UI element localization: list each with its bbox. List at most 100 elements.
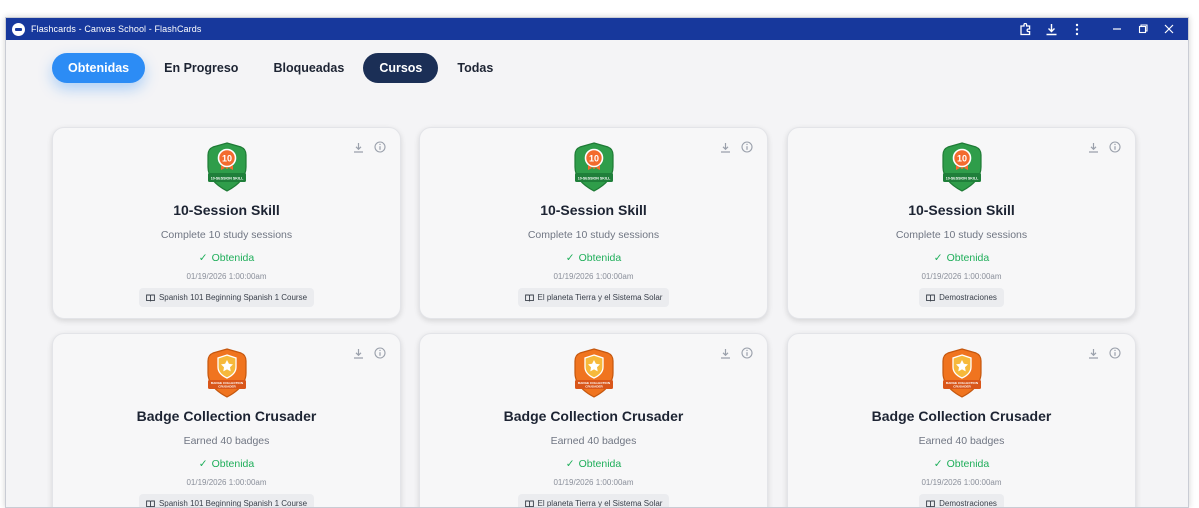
card-actions [343,346,387,360]
badge-card[interactable]: BADGE COLLECTION CRUSADER Badge Collecti… [419,333,768,508]
info-icon[interactable] [373,140,387,154]
earned-date: 01/19/2026 1:00:00am [921,478,1002,487]
download-icon[interactable] [1038,18,1064,40]
course-chip: El planeta Tierra y el Sistema Solar [517,288,670,307]
card-description: Earned 40 badges [550,435,637,447]
filter-tabs: Obtenidas En Progreso Bloqueadas Cursos Toda… [52,53,512,83]
badge-card[interactable]: 10 10-SESSION SKILL 10-Session Skill Com… [52,127,401,319]
status-badge: ✓ Obtenida [53,252,400,264]
svg-text:10-SESSION SKILL: 10-SESSION SKILL [577,176,610,180]
course-chip: Demostraciones [919,288,1004,307]
book-icon [146,294,155,302]
tab-obtenidas[interactable]: Obtenidas [52,53,146,83]
check-icon: ✓ [933,252,943,264]
course-chip: Demostraciones [919,494,1004,508]
card-description: Complete 10 study sessions [160,229,293,241]
main-content: Obtenidas En Progreso Bloqueadas Cursos Toda… [6,40,1188,508]
svg-text:CRUSADER: CRUSADER [218,385,236,389]
app-window: Flashcards - Canvas School - FlashCards … [5,17,1189,508]
svg-text:CRUSADER: CRUSADER [953,385,971,389]
card-title: 10-Session Skill [908,202,1015,218]
download-icon[interactable] [718,140,732,154]
app-logo-icon [12,22,25,36]
book-icon [146,500,155,508]
status-badge: ✓ Obtenida [788,252,1135,264]
download-icon[interactable] [1086,140,1100,154]
status-label: Obtenida [211,458,255,470]
title-bar: Flashcards - Canvas School - FlashCards [6,18,1188,40]
book-icon [524,500,534,508]
svg-text:10: 10 [588,154,598,164]
info-icon[interactable] [1108,346,1122,360]
check-icon: ✓ [565,458,575,470]
minimize-icon[interactable] [1104,18,1130,40]
badge-card[interactable]: 10 10-SESSION SKILL 10-Session Skill Com… [787,127,1136,319]
download-icon[interactable] [351,140,365,154]
card-actions [1078,346,1122,360]
book-icon [926,500,935,508]
status-label: Obtenida [578,458,622,470]
book-icon [524,294,534,302]
badge-card[interactable]: BADGE COLLECTION CRUSADER Badge Collecti… [52,333,401,508]
status-label: Obtenida [211,252,255,264]
card-actions [343,140,387,154]
collection-crusader-badge-icon: BADGE COLLECTION CRUSADER [572,347,616,399]
svg-text:10: 10 [221,154,231,164]
collection-crusader-badge-icon: BADGE COLLECTION CRUSADER [205,347,249,399]
info-icon[interactable] [740,140,754,154]
card-title: Badge Collection Crusader [136,408,317,424]
card-description: Earned 40 badges [918,435,1005,447]
status-badge: ✓ Obtenida [788,458,1135,470]
download-icon[interactable] [351,346,365,360]
card-description: Earned 40 badges [183,435,270,447]
status-label: Obtenida [946,252,990,264]
status-label: Obtenida [946,458,990,470]
card-description: Complete 10 study sessions [527,229,660,241]
status-badge: ✓ Obtenida [53,458,400,470]
course-name: Demostraciones [939,293,997,302]
download-icon[interactable] [1086,346,1100,360]
book-icon [926,294,935,302]
download-icon[interactable] [718,346,732,360]
svg-text:10: 10 [956,154,966,164]
svg-text:CRUSADER: CRUSADER [585,385,603,389]
check-icon: ✓ [565,252,575,264]
badge-card[interactable]: BADGE COLLECTION CRUSADER Badge Collecti… [787,333,1136,508]
extension-icon[interactable] [1012,18,1038,40]
check-icon: ✓ [933,458,943,470]
card-title: 10-Session Skill [540,202,647,218]
course-chip: Spanish 101 Beginning Spanish 1 Course [138,494,315,508]
more-icon[interactable] [1064,18,1090,40]
info-icon[interactable] [1108,140,1122,154]
earned-date: 01/19/2026 1:00:00am [186,478,267,487]
session-skill-badge-icon: 10 10-SESSION SKILL [205,141,249,193]
card-title: Badge Collection Crusader [503,408,684,424]
course-chip: Spanish 101 Beginning Spanish 1 Course [138,288,315,307]
check-icon: ✓ [198,458,208,470]
tab-en-progreso[interactable]: En Progreso [148,53,254,83]
session-skill-badge-icon: 10 10-SESSION SKILL [940,141,984,193]
card-actions [1078,140,1122,154]
collection-crusader-badge-icon: BADGE COLLECTION CRUSADER [940,347,984,399]
close-icon[interactable] [1156,18,1182,40]
course-name: Spanish 101 Beginning Spanish 1 Course [158,293,308,302]
course-name: El planeta Tierra y el Sistema Solar [537,499,663,508]
info-icon[interactable] [740,346,754,360]
badge-card[interactable]: 10 10-SESSION SKILL 10-Session Skill Com… [419,127,768,319]
status-label: Obtenida [578,252,622,264]
course-name: El planeta Tierra y el Sistema Solar [537,293,663,302]
tab-todas[interactable]: Todas [441,53,509,83]
course-name: Demostraciones [939,499,997,508]
restore-icon[interactable] [1130,18,1156,40]
card-actions [710,346,754,360]
card-description: Complete 10 study sessions [895,229,1028,241]
info-icon[interactable] [373,346,387,360]
tab-bloqueadas[interactable]: Bloqueadas [257,53,360,83]
tab-cursos[interactable]: Cursos [363,53,439,83]
card-actions [710,140,754,154]
check-icon: ✓ [198,252,208,264]
earned-date: 01/19/2026 1:00:00am [921,272,1002,281]
earned-date: 01/19/2026 1:00:00am [186,272,267,281]
status-badge: ✓ Obtenida [420,252,767,264]
session-skill-badge-icon: 10 10-SESSION SKILL [572,141,616,193]
